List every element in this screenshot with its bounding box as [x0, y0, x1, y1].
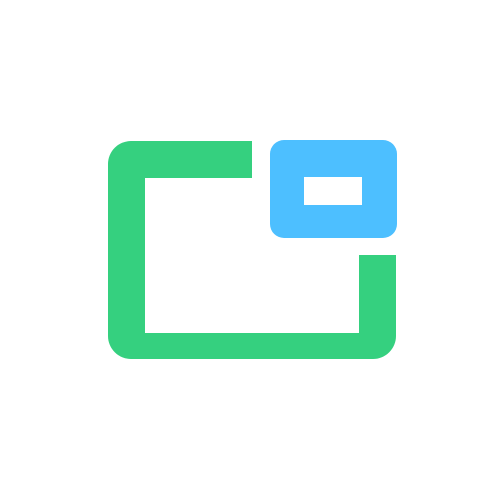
mini-window-slot	[304, 177, 362, 205]
icon-canvas	[0, 0, 500, 500]
picture-in-picture-icon	[108, 140, 397, 359]
